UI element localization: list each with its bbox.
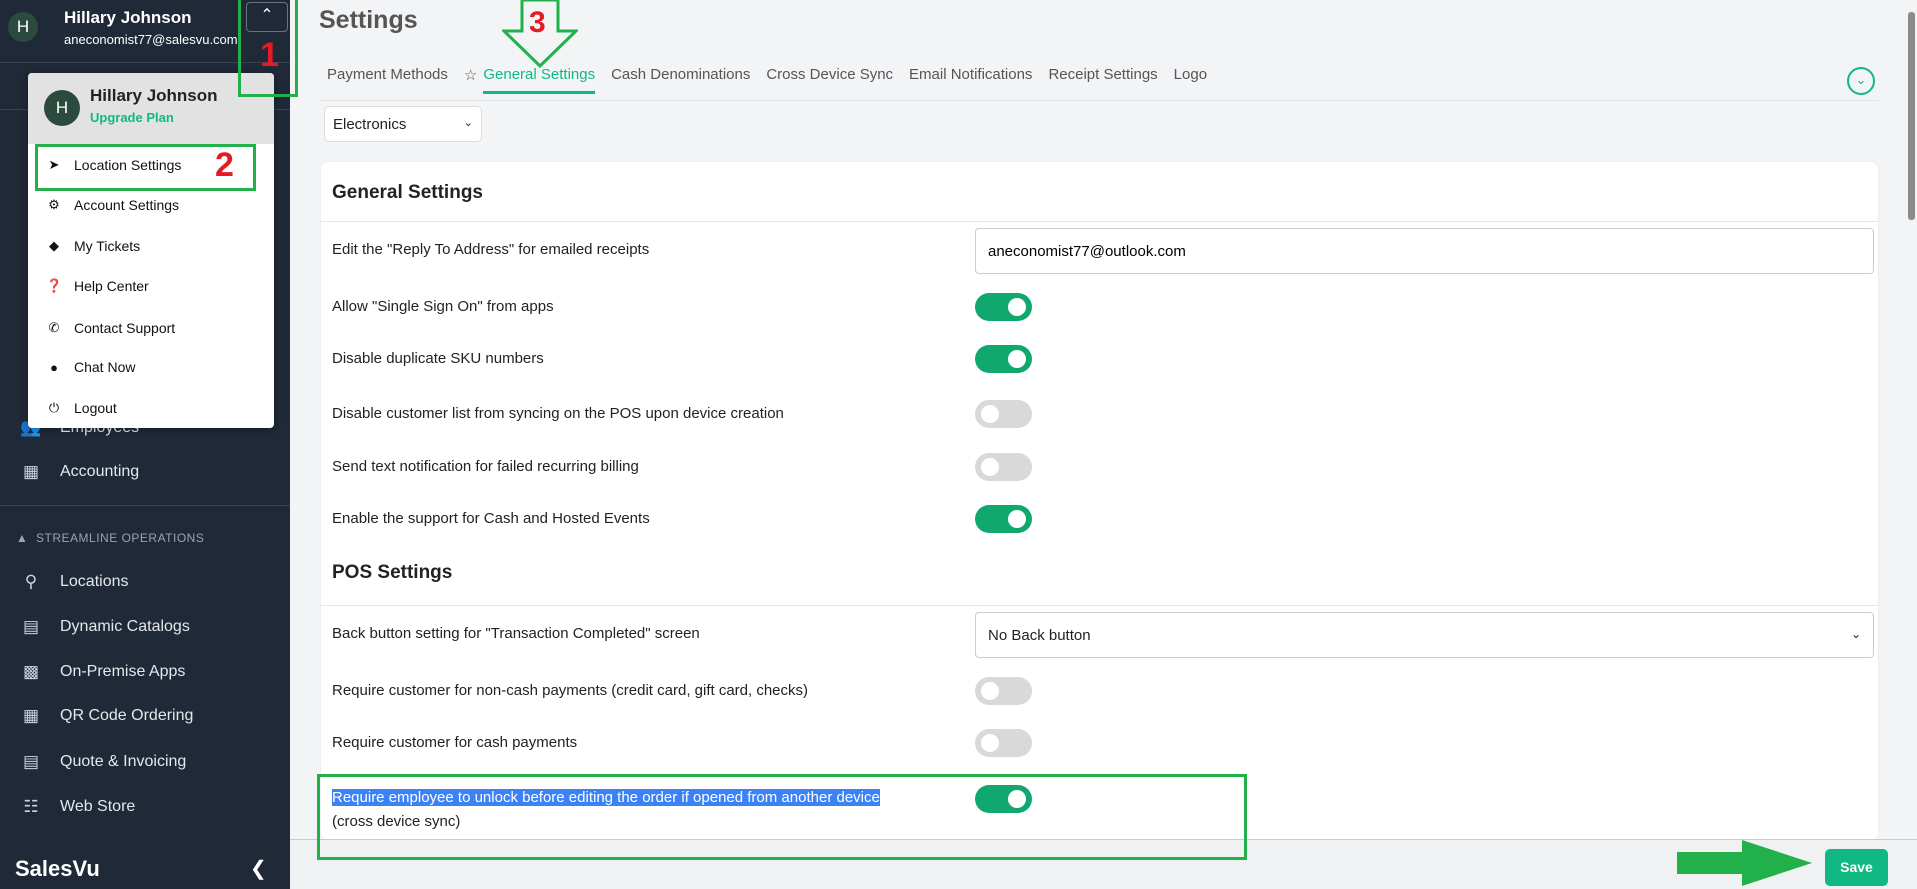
menu-item-account-settings[interactable]: ⚙ Account Settings	[46, 197, 179, 213]
invoice-icon: ▤	[22, 752, 40, 771]
sidebar-item-quote-invoicing[interactable]: ▤ Quote & Invoicing	[20, 752, 186, 772]
scrollbar[interactable]	[1908, 12, 1915, 220]
web-store-icon: ☷	[23, 797, 39, 816]
divider	[319, 100, 1879, 101]
customer-sync-toggle[interactable]	[975, 400, 1032, 428]
sidebar-item-dynamic-catalogs[interactable]: ▤ Dynamic Catalogs	[20, 617, 190, 637]
chevron-down-icon: ⌄	[463, 117, 473, 129]
power-icon: ⏻	[48, 400, 60, 415]
menu-item-label: Contact Support	[74, 320, 176, 336]
setting-label: Enable the support for Cash and Hosted E…	[332, 510, 650, 527]
ticket-icon: ◆	[49, 238, 59, 253]
upgrade-plan-link[interactable]: Upgrade Plan	[90, 110, 174, 125]
menu-item-chat-now[interactable]: ● Chat Now	[46, 359, 135, 375]
avatar: H	[8, 12, 38, 42]
back-button-label: Back button setting for "Transaction Com…	[332, 625, 700, 642]
page-title: Settings	[319, 6, 418, 34]
menu-user-name: Hillary Johnson	[90, 86, 218, 105]
setting-label: Allow "Single Sign On" from apps	[332, 298, 554, 315]
menu-item-label: Chat Now	[74, 359, 136, 375]
location-pin-icon: ⚲	[24, 572, 38, 591]
menu-item-help-center[interactable]: ❓ Help Center	[46, 278, 149, 294]
tab-general-settings[interactable]: General Settings	[483, 66, 596, 94]
settings-tabs: Payment Methods ☆ General Settings Cash …	[327, 66, 1207, 94]
cash-customer-toggle[interactable]	[975, 729, 1032, 757]
annotation-number-2: 2	[215, 146, 234, 184]
menu-item-logout[interactable]: ⏻ Logout	[46, 400, 117, 416]
sidebar-item-qr-code-ordering[interactable]: ▦ QR Code Ordering	[20, 706, 193, 726]
setting-label: Disable duplicate SKU numbers	[332, 350, 544, 367]
setting-label: Send text notification for failed recurr…	[332, 458, 639, 475]
tab-cross-device-sync[interactable]: Cross Device Sync	[766, 66, 893, 94]
calculator-icon: ▦	[22, 462, 40, 481]
back-button-select[interactable]: No Back button ⌄	[975, 612, 1874, 658]
chevron-down-icon: ⌄	[1850, 627, 1861, 641]
chat-bubble-icon: ●	[50, 359, 58, 375]
menu-item-label: My Tickets	[74, 238, 141, 254]
qr-code-icon: ▦	[22, 706, 40, 725]
section-label: STREAMLINE OPERATIONS	[36, 531, 205, 545]
tab-cash-denominations[interactable]: Cash Denominations	[611, 66, 750, 94]
sidebar-item-label: Quote & Invoicing	[60, 753, 187, 770]
section-title: General Settings	[332, 182, 483, 203]
tab-payment-methods[interactable]: Payment Methods	[327, 66, 448, 94]
single-sign-on-toggle[interactable]	[975, 293, 1032, 321]
sidebar-item-label: QR Code Ordering	[60, 707, 194, 724]
sidebar-item-web-store[interactable]: ☷ Web Store	[20, 797, 135, 817]
pos-terminal-icon: ▩	[22, 662, 40, 681]
sidebar-item-locations[interactable]: ⚲ Locations	[20, 572, 129, 592]
duplicate-sku-toggle[interactable]	[975, 345, 1032, 373]
annotation-box-4	[317, 774, 1247, 860]
menu-item-label: Logout	[74, 400, 117, 416]
gear-icon: ⚙	[48, 197, 60, 212]
tab-logo[interactable]: Logo	[1174, 66, 1207, 94]
tab-receipt-settings[interactable]: Receipt Settings	[1048, 66, 1157, 94]
divider	[321, 605, 1878, 606]
menu-item-contact-support[interactable]: ✆ Contact Support	[46, 320, 176, 336]
non-cash-customer-toggle[interactable]	[975, 677, 1032, 705]
menu-item-my-tickets[interactable]: ◆ My Tickets	[46, 238, 140, 254]
annotation-right-arrow-icon	[1677, 840, 1812, 886]
annotation-number-3: 3	[529, 6, 546, 39]
setting-label: Require customer for cash payments	[332, 734, 578, 751]
sidebar-item-label: Accounting	[60, 463, 140, 480]
catalog-icon: ▤	[22, 617, 40, 636]
setting-label: Disable customer list from syncing on th…	[332, 405, 784, 422]
tab-email-notifications[interactable]: Email Notifications	[909, 66, 1032, 94]
section-title: POS Settings	[332, 562, 453, 583]
menu-item-label: Account Settings	[74, 197, 180, 213]
phone-icon: ✆	[48, 320, 60, 335]
collapse-sidebar-icon[interactable]: ❮	[250, 856, 267, 881]
settings-card: General Settings Edit the "Reply To Addr…	[320, 161, 1879, 841]
save-button[interactable]: Save	[1825, 849, 1888, 886]
divider	[321, 221, 1878, 222]
avatar: H	[44, 90, 80, 126]
menu-item-label: Help Center	[74, 278, 149, 294]
sidebar-item-label: On-Premise Apps	[60, 663, 186, 680]
reply-to-label: Edit the "Reply To Address" for emailed …	[332, 241, 650, 258]
back-button-value: No Back button	[988, 627, 1091, 644]
reply-to-input[interactable]	[975, 228, 1874, 274]
sidebar-item-label: Locations	[60, 573, 129, 590]
sidebar-item-label: Web Store	[60, 798, 136, 815]
star-icon[interactable]: ☆	[464, 66, 477, 94]
chevron-down-icon[interactable]: ⌄	[1847, 67, 1875, 95]
sidebar-item-label: Dynamic Catalogs	[60, 618, 190, 635]
user-name: Hillary Johnson	[64, 8, 192, 27]
sidebar-item-accounting[interactable]: ▦ Accounting	[20, 462, 139, 482]
question-circle-icon: ❓	[46, 278, 63, 293]
location-value: Electronics	[333, 116, 407, 133]
location-select[interactable]: Electronics ⌄	[324, 106, 482, 142]
section-header[interactable]: ▲ STREAMLINE OPERATIONS	[16, 531, 204, 545]
user-dropdown-menu: H Hillary Johnson Upgrade Plan ➤ Location…	[28, 73, 274, 428]
divider	[0, 505, 290, 506]
annotation-number-1: 1	[260, 36, 279, 74]
setting-label: Require customer for non-cash payments (…	[332, 682, 809, 699]
text-notification-toggle[interactable]	[975, 453, 1032, 481]
brand-logo: SalesVu	[15, 856, 100, 881]
cash-hosted-events-toggle[interactable]	[975, 505, 1032, 533]
sidebar-item-on-premise-apps[interactable]: ▩ On-Premise Apps	[20, 662, 185, 682]
